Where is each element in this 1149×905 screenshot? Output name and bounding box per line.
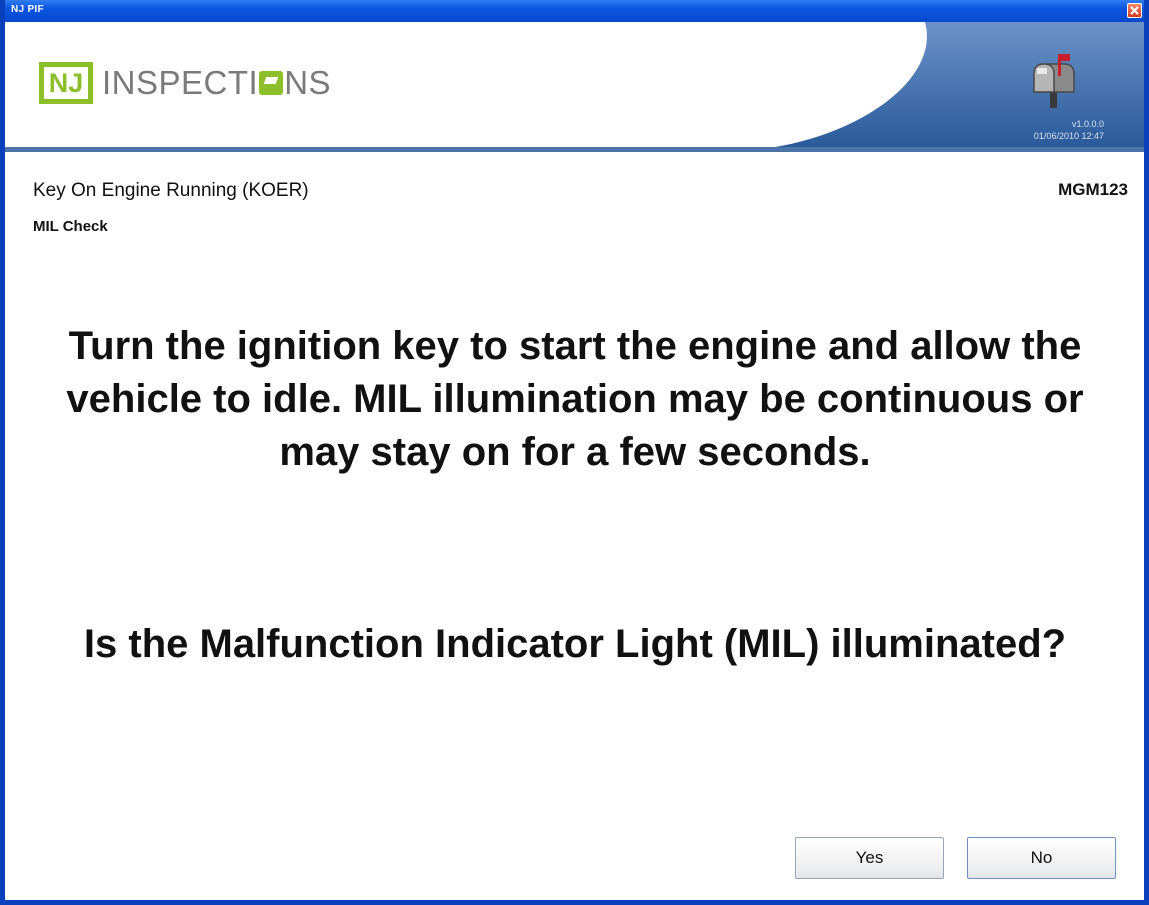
close-icon [1130, 6, 1139, 15]
main-content: Key On Engine Running (KOER) MIL Check M… [5, 152, 1144, 900]
section-title: Key On Engine Running (KOER) [33, 180, 309, 201]
logo-nj-box: NJ [39, 62, 93, 104]
version-number: v1.0.0.0 [1071, 119, 1104, 129]
yes-button[interactable]: Yes [795, 837, 944, 879]
no-button[interactable]: No [967, 837, 1116, 879]
title-bar[interactable]: NJ PIF [5, 0, 1144, 22]
logo-wordmark: INSPECTI NS [102, 64, 331, 102]
question-text: Is the Malfunction Indicator Light (MIL)… [83, 622, 1067, 666]
logo-text-post: NS [284, 64, 332, 101]
logo-o-icon [259, 71, 284, 95]
app-header: NJ INSPECTI NS v1.0.0.0 01/06/2010 12:47 [5, 22, 1144, 152]
version-datetime: 01/06/2010 12:47 [1033, 131, 1104, 141]
close-button[interactable] [1127, 3, 1142, 18]
subsection-title: MIL Check [33, 218, 108, 235]
window-title: NJ PIF [11, 4, 44, 15]
app-window: NJ PIF NJ INSPECTI NS v1.0.0.0 01/06/201… [0, 0, 1149, 905]
instruction-text: Turn the ignition key to start the engin… [66, 324, 1084, 474]
version-info: v1.0.0.0 01/06/2010 12:47 [1034, 118, 1104, 142]
nj-inspections-logo: NJ INSPECTI NS [39, 62, 331, 104]
mailbox-icon [1033, 54, 1075, 108]
logo-text-pre: INSPECTI [102, 64, 259, 101]
station-id: MGM123 [1058, 180, 1128, 199]
